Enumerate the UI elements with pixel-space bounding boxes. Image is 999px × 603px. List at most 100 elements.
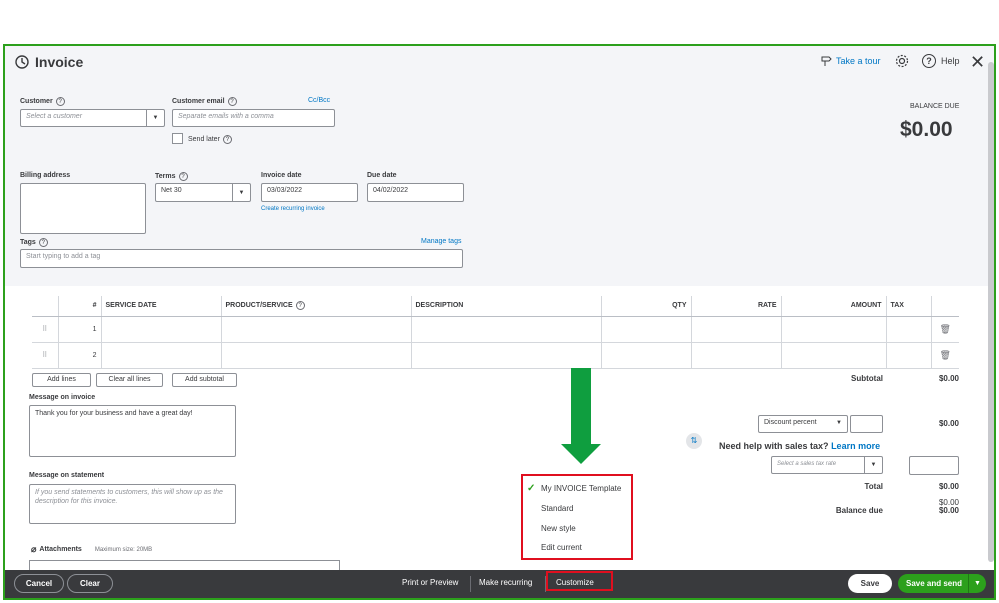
- column-header-service-date: SERVICE DATE: [101, 296, 222, 317]
- terms-value: Net 30: [161, 187, 182, 194]
- balance-due-label: BALANCE DUE: [910, 103, 960, 110]
- info-icon: ?: [222, 135, 232, 144]
- take-tour-link[interactable]: Take a tour: [820, 55, 881, 67]
- menu-item-new-style[interactable]: New style: [541, 524, 576, 533]
- message-statement-placeholder: If you send statements to customers, thi…: [35, 489, 223, 505]
- line-items-table: # SERVICE DATE PRODUCT/SERVICE? DESCRIPT…: [32, 296, 959, 369]
- trash-icon[interactable]: 🗑: [931, 342, 959, 369]
- product-cell[interactable]: [221, 342, 412, 369]
- signpost-icon: [821, 56, 832, 66]
- qty-cell[interactable]: [601, 316, 692, 343]
- annotation-arrow: [571, 368, 591, 446]
- product-cell[interactable]: [221, 316, 412, 343]
- help-label: Help: [941, 56, 960, 66]
- help-button[interactable]: ? Help: [922, 54, 960, 68]
- learn-more-link[interactable]: Learn more: [831, 441, 880, 451]
- cancel-button[interactable]: Cancel: [14, 574, 64, 593]
- tags-input[interactable]: Start typing to add a tag: [20, 249, 463, 268]
- sales-tax-icon[interactable]: ⇅: [686, 433, 702, 449]
- table-row[interactable]: ⠿ 1 🗑: [32, 316, 959, 343]
- history-icon[interactable]: [14, 54, 30, 70]
- clear-all-lines-button[interactable]: Clear all lines: [96, 373, 163, 387]
- tax-cell[interactable]: [886, 342, 932, 369]
- message-statement-label: Message on statement: [29, 472, 105, 479]
- menu-item-edit-current[interactable]: Edit current: [541, 543, 582, 552]
- invoice-date-label: Invoice date: [261, 172, 302, 179]
- email-placeholder: Separate emails with a comma: [178, 113, 274, 120]
- email-field[interactable]: Separate emails with a comma: [172, 109, 335, 127]
- make-recurring-button[interactable]: Make recurring: [479, 578, 532, 587]
- gear-icon[interactable]: [895, 54, 909, 68]
- column-header-rate: RATE: [691, 296, 782, 317]
- due-date-field[interactable]: 04/02/2022: [367, 183, 464, 202]
- menu-item-my-invoice-template[interactable]: My INVOICE Template: [541, 484, 621, 493]
- footer-divider: [470, 576, 471, 592]
- description-cell[interactable]: [411, 342, 602, 369]
- billing-label: Billing address: [20, 172, 71, 179]
- service-date-cell[interactable]: [101, 316, 222, 343]
- table-row[interactable]: ⠿ 2 🗑: [32, 342, 959, 369]
- cc-bcc-link[interactable]: Cc/Bcc: [308, 97, 330, 104]
- balance-due-total-value: $0.00: [938, 506, 959, 515]
- rate-cell[interactable]: [691, 316, 782, 343]
- add-subtotal-button[interactable]: Add subtotal: [172, 373, 237, 387]
- balance-due-amount: $0.00: [900, 118, 953, 141]
- amount-cell[interactable]: [781, 316, 887, 343]
- create-recurring-link[interactable]: Create recurring invoice: [261, 206, 325, 212]
- invoice-window: Invoice Take a tour ? Help ✕ Customer? S…: [3, 44, 996, 600]
- customer-label: Customer?: [20, 97, 65, 106]
- terms-label: Terms?: [155, 172, 188, 181]
- discount-amount: $0.00: [938, 419, 959, 428]
- total-label: Total: [864, 482, 883, 491]
- help-icon: ?: [922, 54, 936, 68]
- invoice-date-value: 03/03/2022: [267, 187, 303, 194]
- service-date-cell[interactable]: [101, 342, 222, 369]
- message-statement-field[interactable]: If you send statements to customers, thi…: [29, 484, 236, 524]
- invoice-date-field[interactable]: 03/03/2022: [261, 183, 358, 202]
- column-header-number: #: [58, 296, 102, 317]
- drag-handle-icon[interactable]: ⠿: [32, 316, 59, 343]
- attachment-dropzone[interactable]: [29, 560, 340, 570]
- description-cell[interactable]: [411, 316, 602, 343]
- clear-button[interactable]: Clear: [67, 574, 113, 593]
- drag-column-header: [32, 296, 59, 317]
- manage-tags-link[interactable]: Manage tags: [421, 238, 461, 245]
- tags-placeholder: Start typing to add a tag: [26, 253, 101, 260]
- close-icon[interactable]: ✕: [970, 52, 985, 73]
- message-invoice-field[interactable]: Thank you for your business and have a g…: [29, 405, 236, 457]
- drag-handle-icon[interactable]: ⠿: [32, 342, 59, 369]
- info-icon: ?: [178, 172, 188, 181]
- send-later-label: Send later?: [188, 135, 232, 144]
- column-header-product: PRODUCT/SERVICE?: [221, 296, 412, 317]
- chevron-down-icon[interactable]: ▼: [968, 574, 986, 593]
- sales-tax-rate-select[interactable]: Select a sales tax rate ▼: [771, 456, 883, 474]
- discount-type-select[interactable]: Discount percent ▼: [758, 415, 848, 433]
- terms-select[interactable]: Net 30 ▼: [155, 183, 251, 202]
- add-lines-button[interactable]: Add lines: [32, 373, 91, 387]
- customize-highlight: [546, 571, 613, 591]
- scrollbar[interactable]: [988, 62, 994, 562]
- save-button[interactable]: Save: [848, 574, 892, 593]
- customer-select[interactable]: Select a customer ▼: [20, 109, 165, 127]
- info-icon: ?: [227, 97, 237, 106]
- info-icon: ?: [55, 97, 65, 106]
- trash-icon[interactable]: 🗑: [931, 316, 959, 343]
- due-date-value: 04/02/2022: [373, 187, 409, 194]
- save-and-send-button[interactable]: Save and send ▼: [898, 574, 986, 593]
- menu-item-standard[interactable]: Standard: [541, 504, 573, 513]
- tax-cell[interactable]: [886, 316, 932, 343]
- column-header-amount: AMOUNT: [781, 296, 887, 317]
- info-icon: ?: [38, 238, 48, 247]
- amount-cell[interactable]: [781, 342, 887, 369]
- discount-value-field[interactable]: [850, 415, 883, 433]
- rate-cell[interactable]: [691, 342, 782, 369]
- sales-tax-help: Need help with sales tax? Learn more: [719, 441, 881, 451]
- row-number: 1: [58, 316, 102, 343]
- info-icon: ?: [295, 301, 305, 311]
- send-later-checkbox[interactable]: [172, 133, 183, 144]
- column-header-tax: TAX: [886, 296, 932, 317]
- billing-address-field[interactable]: [20, 183, 146, 234]
- qty-cell[interactable]: [601, 342, 692, 369]
- print-preview-button[interactable]: Print or Preview: [402, 578, 458, 587]
- tax-amount-field[interactable]: [909, 456, 959, 475]
